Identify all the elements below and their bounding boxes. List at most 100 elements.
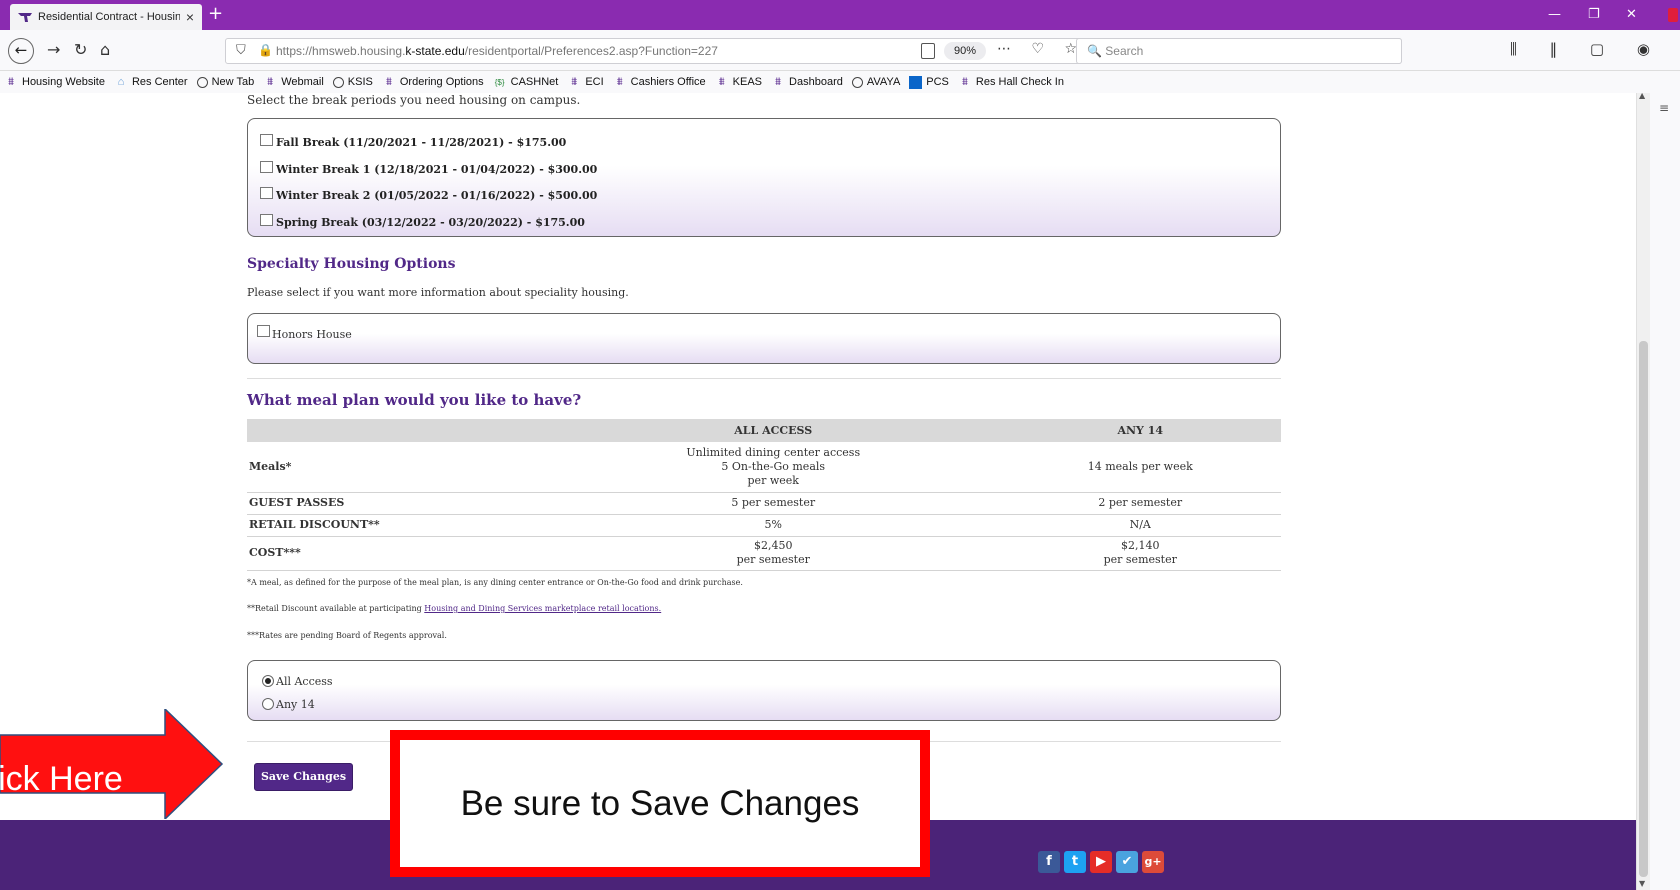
all-access-label: All Access	[276, 675, 333, 688]
table-cell: 2 per semester	[999, 492, 1281, 515]
bookmark-item[interactable]: KSIS	[332, 76, 373, 88]
winter-break-2-label: Winter Break 2 (01/05/2022 - 01/16/2022)…	[276, 189, 598, 202]
bookmark-item[interactable]: PCS	[909, 75, 949, 89]
page-actions-icon[interactable]: ⋯ ♡ ☆	[997, 41, 1085, 57]
minimize-icon[interactable]: —	[1548, 7, 1561, 22]
all-access-radio[interactable]	[262, 675, 274, 687]
reader-view-icon[interactable]	[921, 43, 935, 59]
toolbar-icons[interactable]: ⫼ ‖ ▢ ◉ ≡ ←	[1510, 40, 1680, 58]
zoom-level[interactable]: 90%	[944, 42, 986, 60]
home-icon[interactable]: ⌂	[100, 40, 110, 59]
save-reminder-callout: Be sure to Save Changes	[390, 730, 930, 877]
new-tab-button[interactable]: +	[208, 3, 223, 24]
bookmark-label: ECI	[585, 76, 604, 88]
winter-break-2-checkbox[interactable]	[260, 187, 273, 199]
meal-plan-choice-box: All Access Any 14	[247, 660, 1281, 721]
bookmark-label: Ordering Options	[399, 76, 484, 88]
sidebar-strip: ≡	[1650, 93, 1680, 890]
meal-definition-note: *A meal, as defined for the purpose of t…	[247, 578, 743, 587]
retail-locations-link[interactable]: Housing and Dining Services marketplace …	[424, 604, 661, 613]
save-changes-button[interactable]: Save Changes	[254, 763, 353, 791]
table-cell: N/A	[999, 514, 1281, 537]
bookmark-label: KEAS	[732, 76, 763, 88]
bookmark-item[interactable]: ⩩ ECI	[567, 76, 603, 88]
ksu-wildcat-icon	[18, 12, 32, 22]
table-cell: Unlimited dining center access 5 On-the-…	[547, 442, 1000, 493]
bookmark-item[interactable]: ⩩ Dashboard	[771, 76, 843, 88]
bookmark-item[interactable]: ⩩ KEAS	[715, 76, 762, 88]
table-row: Meals* Unlimited dining center access 5 …	[247, 442, 1281, 493]
url-text[interactable]: https://hmsweb.housing.k-state.edu/resid…	[276, 44, 718, 58]
youtube-icon[interactable]: ▶	[1090, 851, 1112, 873]
row-label: COST***	[247, 536, 547, 571]
bookmark-label: Res Center	[131, 76, 188, 88]
winter-break-1-label: Winter Break 1 (12/18/2021 - 01/04/2022)…	[276, 163, 598, 176]
fall-break-checkbox[interactable]	[260, 134, 273, 146]
pcs-icon	[909, 75, 923, 89]
reload-icon[interactable]: ↻	[74, 40, 87, 59]
scrollbar-thumb[interactable]	[1639, 341, 1648, 877]
globe-icon	[851, 76, 863, 88]
rates-pending-note: ***Rates are pending Board of Regents ap…	[247, 631, 447, 640]
bookmark-item[interactable]: ⩩ Housing Website	[4, 76, 105, 88]
globe-icon	[196, 76, 208, 88]
spring-break-checkbox[interactable]	[260, 214, 273, 226]
ksu-wildcat-icon: ⩩	[718, 75, 725, 88]
lock-icon[interactable]: 🔒	[258, 43, 273, 57]
bookmark-item[interactable]: ⩩ Ordering Options	[382, 76, 484, 88]
facebook-icon[interactable]: f	[1038, 851, 1060, 873]
meal-plan-heading: What meal plan would you like to have?	[247, 391, 582, 409]
bookmark-label: Housing Website	[22, 76, 105, 88]
scroll-down-icon[interactable]: ▼	[1639, 879, 1645, 888]
table-row: COST*** $2,450 per semester $2,140 per s…	[247, 536, 1281, 571]
specialty-housing-box: Honors House	[247, 313, 1281, 364]
retail-discount-note: **Retail Discount available at participa…	[247, 604, 662, 613]
search-input[interactable]: 🔍 Search	[1076, 38, 1402, 64]
forward-icon[interactable]: →	[47, 40, 60, 59]
spring-break-label: Spring Break (03/12/2022 - 03/20/2022) -…	[276, 216, 585, 229]
bookmark-label: CASHNet	[510, 76, 559, 88]
cashnet-icon: {$}	[494, 77, 505, 87]
click-here-label: Click Here	[0, 760, 123, 798]
bookmark-item[interactable]: ⩩ Webmail	[263, 76, 324, 88]
fall-break-label: Fall Break (11/20/2021 - 11/28/2021) - $…	[276, 136, 567, 149]
scroll-up-icon[interactable]: ▲	[1639, 91, 1645, 100]
ksu-wildcat-icon: ⩩	[267, 75, 274, 88]
close-window-icon[interactable]: ✕	[1626, 7, 1637, 22]
shield-icon[interactable]: ⛉	[236, 43, 246, 58]
back-icon[interactable]: ←	[8, 38, 34, 64]
checkmark-icon[interactable]: ✔	[1116, 851, 1138, 873]
bookmark-item[interactable]: AVAYA	[851, 76, 901, 88]
browser-tab[interactable]: Residential Contract - Housing ×	[10, 4, 202, 30]
table-header-all-access: ALL ACCESS	[547, 419, 1000, 442]
break-periods-box: Fall Break (11/20/2021 - 11/28/2021) - $…	[247, 118, 1281, 237]
twitter-icon[interactable]: t	[1064, 851, 1086, 873]
bookmark-item[interactable]: New Tab	[196, 76, 254, 88]
google-plus-icon[interactable]: g+	[1142, 851, 1164, 873]
breaks-intro-text: Select the break periods you need housin…	[247, 93, 581, 107]
specialty-housing-heading: Specialty Housing Options	[247, 256, 456, 272]
row-label: Meals*	[247, 442, 547, 493]
bookmark-item[interactable]: ⩩ Res Hall Check In	[958, 76, 1064, 88]
home-icon: ⌂	[117, 75, 125, 88]
bookmark-item[interactable]: ⩩ Cashiers Office	[613, 76, 706, 88]
winter-break-1-checkbox[interactable]	[260, 161, 273, 173]
bookmark-label: KSIS	[347, 76, 373, 88]
ksu-wildcat-icon: ⩩	[571, 75, 578, 88]
bookmark-item[interactable]: ⌂ Res Center	[114, 76, 188, 88]
callout-text: Be sure to Save Changes	[460, 783, 860, 823]
table-header-any-14: ANY 14	[999, 419, 1281, 442]
meal-plan-table: ALL ACCESS ANY 14 Meals* Unlimited dinin…	[247, 419, 1281, 571]
restore-icon[interactable]: ❐	[1588, 7, 1600, 22]
honors-house-checkbox[interactable]	[257, 325, 270, 337]
bookmark-label: Dashboard	[789, 76, 843, 88]
scrollbar[interactable]: ▲ ▼	[1636, 91, 1650, 890]
bookmark-item[interactable]: {$} CASHNet	[493, 76, 559, 88]
menu-icon[interactable]: ≡	[1659, 101, 1669, 115]
any-14-radio[interactable]	[262, 698, 274, 710]
bookmark-label: AVAYA	[866, 76, 901, 88]
browser-tab-bar: Residential Contract - Housing × + — ❐ ✕	[0, 0, 1680, 30]
bookmarks-toolbar: ⩩ Housing Website ⌂ Res Center New Tab ⩩ Webma…	[0, 71, 1680, 93]
close-tab-icon[interactable]: ×	[186, 9, 194, 25]
bookmark-label: Cashiers Office	[630, 76, 706, 88]
